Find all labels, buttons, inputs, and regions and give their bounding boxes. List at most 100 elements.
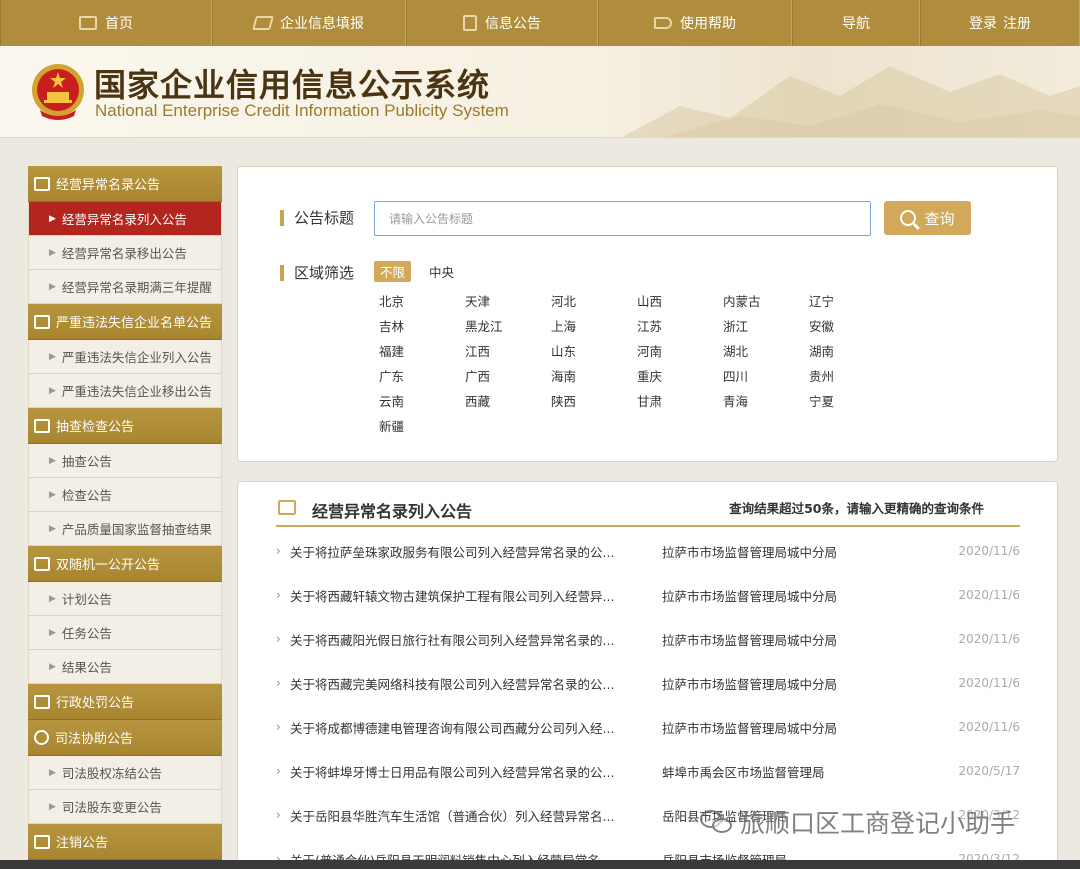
nav-home[interactable]: 首页 (0, 0, 212, 46)
region-option[interactable]: 天津 (465, 291, 551, 309)
region-option[interactable]: 吉林 (379, 316, 465, 334)
sidebar-item-spot-check[interactable]: ▶ 抽查公告 (28, 444, 222, 478)
sidebar-item-label: 抽查公告 (61, 454, 112, 469)
region-option[interactable]: 陕西 (551, 391, 637, 409)
region-option[interactable]: 湖南 (809, 341, 895, 359)
list-item[interactable]: › 关于将西藏阳光假日旅行社有限公司列入经营异常名录的... 拉萨市市场监督管理… (276, 617, 1020, 661)
region-option[interactable]: 广西 (465, 366, 551, 384)
region-option[interactable]: 西藏 (465, 391, 551, 409)
chevron-right-icon: › (276, 764, 281, 778)
sidebar-item-result[interactable]: ▶ 结果公告 (28, 650, 222, 684)
notice-agency: 蚌埠市禹会区市场监督管理局 (662, 764, 825, 780)
region-option[interactable]: 江苏 (637, 316, 723, 334)
wechat-icon (700, 808, 734, 836)
list-item[interactable]: › 关于将成都博德建电管理咨询有限公司西藏分公司列入经... 拉萨市市场监督管理… (276, 705, 1020, 749)
sidebar-cat-serious[interactable]: 严重违法失信企业名单公告 (28, 304, 222, 340)
sidebar-item-label: 产品质量国家监督抽查结果 (61, 522, 212, 537)
region-option[interactable]: 青海 (723, 391, 809, 409)
region-option[interactable]: 重庆 (637, 366, 723, 384)
notice-agency: 拉萨市市场监督管理局城中分局 (662, 588, 838, 604)
chevron-right-icon: › (276, 720, 281, 734)
chevron-right-icon: ▶ (49, 455, 56, 466)
region-option[interactable]: 北京 (379, 291, 465, 309)
header-banner: 国家企业信用信息公示系统 National Enterprise Credit … (0, 46, 1080, 138)
region-option[interactable]: 广东 (379, 366, 465, 384)
notice-date: 2020/11/6 (958, 588, 1020, 602)
watermark: 旅顺口区工商登记小助手 (700, 804, 1015, 840)
nav-report-label: 企业信息填报 (280, 16, 364, 32)
sidebar-item-equity-freeze[interactable]: ▶ 司法股权冻结公告 (28, 756, 222, 790)
nav-guide[interactable]: 导航 (792, 0, 920, 46)
list-item[interactable]: › 关于将西藏完美网络科技有限公司列入经营异常名录的公... 拉萨市市场监督管理… (276, 661, 1020, 705)
search-button[interactable]: 查询 (884, 201, 971, 235)
sidebar-item-abnormal-out[interactable]: ▶ 经营异常名录移出公告 (28, 236, 222, 270)
sidebar-item-plan[interactable]: ▶ 计划公告 (28, 582, 222, 616)
region-option[interactable]: 新疆 (379, 416, 465, 434)
login-link[interactable]: 登录 (969, 13, 997, 33)
region-option[interactable]: 黑龙江 (465, 316, 551, 334)
watermark-text: 旅顺口区工商登记小助手 (740, 809, 1016, 838)
nav-home-label: 首页 (105, 16, 133, 32)
region-option[interactable]: 浙江 (723, 316, 809, 334)
sidebar-cat-judicial[interactable]: 司法协助公告 (28, 720, 222, 756)
region-option[interactable]: 安徽 (809, 316, 895, 334)
site-title: 国家企业信用信息公示系统 (94, 66, 491, 104)
region-option[interactable]: 宁夏 (809, 391, 895, 409)
sidebar-item-serious-out[interactable]: ▶ 严重违法失信企业移出公告 (28, 374, 222, 408)
region-option[interactable]: 上海 (551, 316, 637, 334)
nav-report[interactable]: 企业信息填报 (212, 0, 406, 46)
nav-notice[interactable]: 信息公告 (406, 0, 598, 46)
sidebar-item-abnormal-expire[interactable]: ▶ 经营异常名录期满三年提醒 (28, 270, 222, 304)
list-item[interactable]: › 关于将蚌埠牙博士日用品有限公司列入经营异常名录的公... 蚌埠市禹会区市场监… (276, 749, 1020, 793)
sidebar-item-abnormal-in[interactable]: ▶ 经营异常名录列入公告 (28, 202, 222, 236)
sidebar-item-task[interactable]: ▶ 任务公告 (28, 616, 222, 650)
region-option[interactable]: 河南 (637, 341, 723, 359)
region-option[interactable]: 山东 (551, 341, 637, 359)
sidebar-item-inspect[interactable]: ▶ 检查公告 (28, 478, 222, 512)
list-item[interactable]: › 关于将拉萨垒珠家政服务有限公司列入经营异常名录的公... 拉萨市市场监督管理… (276, 529, 1020, 573)
sidebar-cat-label: 双随机一公开公告 (56, 558, 161, 573)
sidebar-cat-inspection[interactable]: 抽查检查公告 (28, 408, 222, 444)
region-tab-central[interactable]: 中央 (423, 261, 460, 282)
region-option[interactable]: 湖北 (723, 341, 809, 359)
chat-bubble-icon (278, 500, 296, 515)
region-option[interactable]: 内蒙古 (723, 291, 809, 309)
region-option[interactable]: 贵州 (809, 366, 895, 384)
chevron-right-icon: › (276, 808, 281, 822)
sidebar-item-quality[interactable]: ▶ 产品质量国家监督抽查结果 (28, 512, 222, 546)
document-icon (34, 694, 50, 709)
sidebar-item-shareholder-change[interactable]: ▶ 司法股东变更公告 (28, 790, 222, 824)
list-board-icon (34, 314, 50, 329)
region-option[interactable]: 甘肃 (637, 391, 723, 409)
chevron-right-icon: ▶ (49, 213, 56, 224)
chevron-right-icon: ▶ (49, 385, 56, 396)
sidebar-cat-label: 注销公告 (56, 836, 109, 851)
region-option[interactable]: 河北 (551, 291, 637, 309)
region-option[interactable]: 云南 (379, 391, 465, 409)
search-placeholder: 请输入公告标题 (389, 212, 474, 226)
region-option[interactable]: 江西 (465, 341, 551, 359)
sidebar-cat-random[interactable]: 双随机一公开公告 (28, 546, 222, 582)
notice-title: 关于将蚌埠牙博士日用品有限公司列入经营异常名录的公... (290, 764, 615, 780)
national-emblem-icon (32, 64, 84, 120)
sidebar-item-label: 严重违法失信企业列入公告 (61, 350, 212, 365)
region-option[interactable]: 海南 (551, 366, 637, 384)
search-input[interactable]: 请输入公告标题 (374, 201, 871, 236)
list-item[interactable]: › 关于将西藏轩辕文物古建筑保护工程有限公司列入经营异... 拉萨市市场监督管理… (276, 573, 1020, 617)
nav-help-label: 使用帮助 (680, 16, 736, 32)
region-option[interactable]: 四川 (723, 366, 809, 384)
notice-agency: 拉萨市市场监督管理局城中分局 (662, 544, 838, 560)
sidebar-cat-label: 司法协助公告 (55, 732, 134, 747)
sidebar-item-serious-in[interactable]: ▶ 严重违法失信企业列入公告 (28, 340, 222, 374)
monitor-icon (34, 556, 50, 571)
region-option[interactable]: 辽宁 (809, 291, 895, 309)
sidebar-cat-abnormal[interactable]: 经营异常名录公告 (28, 166, 222, 202)
register-link[interactable]: 注册 (1003, 13, 1031, 33)
sidebar-cat-penalty[interactable]: 行政处罚公告 (28, 684, 222, 720)
chevron-right-icon: ▶ (49, 281, 56, 292)
sidebar-cat-cancel[interactable]: 注销公告 (28, 824, 222, 860)
region-option[interactable]: 山西 (637, 291, 723, 309)
region-tab-all[interactable]: 不限 (374, 261, 412, 282)
nav-help[interactable]: 使用帮助 (598, 0, 792, 46)
region-option[interactable]: 福建 (379, 341, 465, 359)
